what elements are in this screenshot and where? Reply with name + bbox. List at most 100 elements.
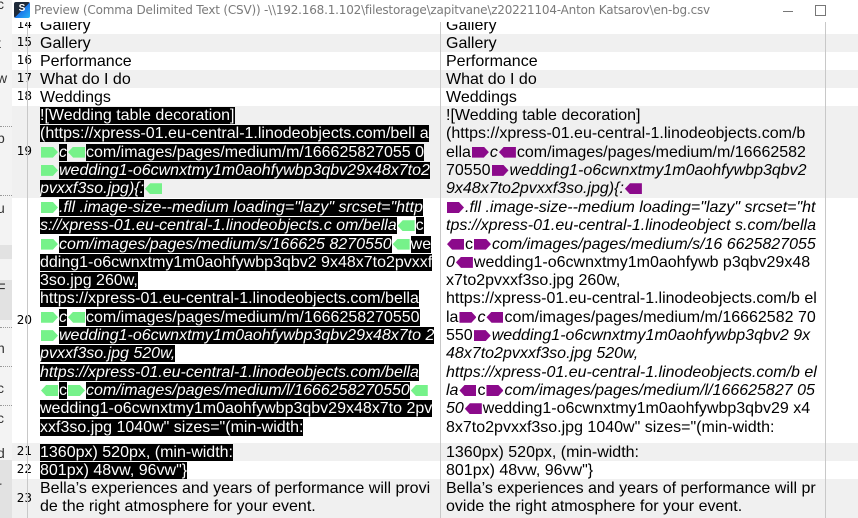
source-cell[interactable]: Gallery [40,35,435,53]
window-title: Preview (Comma Delimited Text (CSV)) -\\… [34,3,710,17]
segment-text: wedding1-o6cwnxtmy1m0aohfywbp3qbv29x48x7… [40,400,433,436]
segment-text: .fll .image-size--medium loading="lazy" … [40,199,423,235]
background-text-fragment: c [0,410,4,426]
target-cell[interactable]: 801px) 48vw, 96vw"} [446,462,818,480]
segment-text: c [465,235,473,253]
table-row[interactable]: 17 What do I do What do I do [12,70,858,88]
inline-tag-open-icon [486,384,504,396]
segment-text: .fll .image-size--medium loading="lazy" … [446,199,816,235]
segment-text: com/images/pages/medium/m/1666258270550 [86,308,420,326]
source-cell[interactable]: Bella’s experiences and years of perform… [40,480,435,517]
table-row[interactable]: 19 ![Wedding table decoration] (https://x… [12,106,858,198]
segment-text: What do I do [446,71,537,88]
inline-tag-close-icon [447,238,464,250]
segment-text: c [477,308,486,326]
inline-tag-open-icon [41,164,58,176]
background-text-fragment: r [0,478,2,494]
inline-tag-open-icon [471,146,489,158]
inline-tag-open-icon [41,330,58,342]
inline-tag-open-icon [447,202,464,213]
source-cell[interactable]: ![Wedding table decoration] (https://xpr… [40,107,435,198]
segment-text: com/images/pages/medium/l/1666258270550 [86,381,410,399]
title-bar[interactable]: S Preview (Comma Delimited Text (CSV)) -… [12,0,858,22]
segment-text: c [59,308,67,326]
inline-tag-close-icon [410,384,428,396]
segment-text: wedding1-o6cwnxtmy1m0aohfywbp3qbv29 x48x… [446,400,811,436]
inline-tag-close-icon [464,403,482,415]
table-row[interactable]: 15 Gallery Gallery [12,34,858,52]
target-cell[interactable]: ![Wedding table decoration] (https://xpr… [446,107,818,198]
background-text-fragment: n [0,340,5,356]
segment-text: 801px) 48vw, 96vw"} [446,462,594,479]
inline-tag-open-icon [41,311,58,323]
segment-text: c [59,143,67,161]
inline-tag-close-icon [68,146,85,158]
inline-tag-close-icon [624,183,642,195]
source-cell[interactable]: Weddings [40,89,435,107]
maximize-button[interactable] [802,0,842,22]
row-number: 14 [16,22,32,31]
segment-text: Gallery [40,35,91,52]
segment-text: com/images/pages/medium/m/166625827055 0 [86,143,424,161]
table-row[interactable]: 23 Bella’s experiences and years of perfo… [12,479,858,518]
segment-text: Performance [446,53,538,70]
target-cell[interactable]: 1360px) 520px, (min-width: [446,444,818,462]
table-row[interactable]: 20 .fll .image-size--medium loading="lazy… [12,198,858,443]
inline-tag-open-icon [68,384,85,396]
row-number: 15 [16,35,32,49]
row-number: 17 [16,71,32,85]
segment-text: Gallery [446,35,497,52]
row-number: 18 [16,89,32,103]
inline-tag-close-icon [145,183,163,195]
column-divider[interactable] [440,22,441,518]
inline-tag-close-icon [397,220,415,232]
segment-text: 1360px) 520px, (min-width: [40,444,233,461]
table-row[interactable]: 21 1360px) 520px, (min-width: 1360px) 520p… [12,443,858,461]
source-cell[interactable]: .fll .image-size--medium loading="lazy" … [40,199,435,437]
target-cell[interactable]: Performance [446,53,818,71]
segment-text: c [477,381,486,399]
number-column-divider [27,22,28,518]
inline-tag-open-icon [41,202,58,213]
inline-tag-close-icon [392,238,410,250]
table-row[interactable]: 14 Gallery Gallery [12,22,858,34]
segment-text: Bella’s experiences and years of perform… [40,480,431,516]
table-row[interactable]: 22 801px) 48vw, 96vw"} 801px) 48vw, 96vw"} [12,461,858,479]
source-cell[interactable]: 801px) 48vw, 96vw"} [40,462,435,480]
row-number: 16 [16,53,32,67]
target-cell[interactable]: What do I do [446,71,818,89]
source-cell[interactable]: 1360px) 520px, (min-width: [40,444,435,462]
csv-preview-grid[interactable]: 14 Gallery Gallery 15 Gallery Gallery 16 Perfor… [12,22,858,518]
segment-text: What do I do [40,71,131,88]
source-cell[interactable]: Performance [40,53,435,71]
row-number: 19 [16,144,32,158]
segment-text: Bella’s experiences and years of perform… [446,480,816,516]
table-row[interactable]: 18 Weddings Weddings [12,88,858,106]
inline-tag-close-icon [498,146,516,158]
inline-tag-close-icon [486,311,504,323]
row-number: 23 [16,491,32,505]
segment-text: wedding1-o6cwnxtmy1m0aohfywbp3qbv29x48x7… [40,327,435,381]
segment-text: Gallery [446,22,497,34]
source-cell[interactable]: What do I do [40,71,435,89]
segment-text: c [489,143,498,161]
segment-text: com/images/pages/medium/s/166625 8270550 [59,235,392,253]
target-cell[interactable]: Weddings [446,89,818,107]
target-cell[interactable]: Gallery [446,35,818,53]
inline-tag-open-icon [473,330,491,342]
segment-text: wedding1-o6cwnxtmy1m0aohfywbp3qbv29x48x7… [40,161,430,198]
inline-tag-open-icon [41,238,58,250]
row-number: 20 [16,312,32,327]
background-text-fragment: d [0,445,5,461]
target-cell[interactable]: Bella’s experiences and years of perform… [446,480,818,517]
segment-text: 1360px) 520px, (min-width: [446,444,639,461]
target-cell[interactable]: .fll .image-size--medium loading="lazy" … [446,199,818,437]
background-text-fragment: w [0,70,7,86]
background-text-fragment: c [0,380,4,396]
segment-text: c [59,381,67,399]
background-text-fragment: c [0,0,4,12]
table-row[interactable]: 16 Performance Performance [12,52,858,70]
grid-right-border [825,22,826,518]
inline-tag-close-icon [455,256,473,268]
preview-window: S Preview (Comma Delimited Text (CSV)) -… [12,0,858,518]
